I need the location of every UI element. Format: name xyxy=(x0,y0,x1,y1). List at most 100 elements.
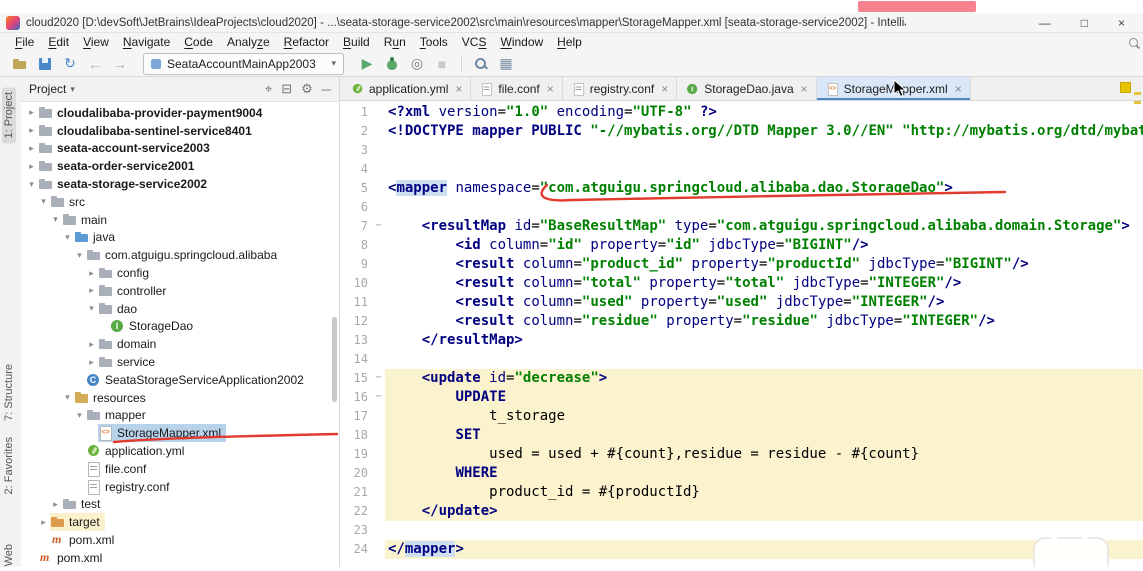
tree-row[interactable]: ▾ seata-storage-service2002 xyxy=(21,175,339,193)
tree-row[interactable]: ▾ resources xyxy=(21,389,339,407)
locate-file-icon[interactable]: ⌖ xyxy=(265,81,272,97)
fold-marker[interactable]: − xyxy=(372,217,385,236)
code-line-8[interactable]: 8 <id column="id" property="id" jdbcType… xyxy=(340,236,1143,255)
close-icon[interactable]: × xyxy=(801,82,808,96)
menu-analyze[interactable]: Analyze xyxy=(220,34,277,50)
chevron-down-icon[interactable]: ▾ xyxy=(73,410,86,421)
stripe-web[interactable]: Web xyxy=(2,539,16,571)
close-icon[interactable]: × xyxy=(455,82,462,96)
tree-row[interactable]: StorageMapper.xml xyxy=(21,424,339,443)
tree-row[interactable]: ▾ com.atguigu.springcloud.alibaba xyxy=(21,246,339,264)
chevron-down-icon[interactable]: ▾ xyxy=(70,84,75,95)
menu-build[interactable]: Build xyxy=(336,34,377,50)
code-line-4[interactable]: 4 xyxy=(340,160,1143,179)
code-line-2[interactable]: 2 <!DOCTYPE mapper PUBLIC "-//mybatis.org… xyxy=(340,122,1143,141)
hide-panel-icon[interactable]: ─ xyxy=(322,82,331,97)
stripe-structure[interactable]: 7: Structure xyxy=(2,359,16,426)
tree-row[interactable]: ▸ test xyxy=(21,496,339,514)
run-configuration-combo[interactable]: SeataAccountMainApp2003 ▾ xyxy=(143,52,344,75)
chevron-right-icon[interactable]: ▸ xyxy=(85,339,98,350)
grid-icon[interactable]: ▦ xyxy=(496,54,516,74)
tree-row[interactable]: registry.conf xyxy=(21,478,339,496)
code-line-14[interactable]: 14 xyxy=(340,350,1143,369)
warning-stripe-mark[interactable] xyxy=(1134,92,1141,95)
menu-navigate[interactable]: Navigate xyxy=(116,34,177,50)
stripe-favorites[interactable]: 2: Favorites xyxy=(2,432,16,499)
menu-vcs[interactable]: VCS xyxy=(455,34,494,50)
code-line-20[interactable]: 20 WHERE xyxy=(340,464,1143,483)
tree-row[interactable]: ▸ config xyxy=(21,264,339,282)
tree-row[interactable]: ▸ target xyxy=(21,513,339,532)
menu-code[interactable]: Code xyxy=(177,34,220,50)
code-line-10[interactable]: 10 <result column="total" property="tota… xyxy=(340,274,1143,293)
stripe-project[interactable]: 1: Project xyxy=(2,87,16,144)
chevron-down-icon[interactable]: ▾ xyxy=(49,214,62,225)
chevron-right-icon[interactable]: ▸ xyxy=(25,107,38,118)
tree-row[interactable]: pom.xml xyxy=(21,549,339,567)
code-line-18[interactable]: 18 SET xyxy=(340,426,1143,445)
code-line-3[interactable]: 3 xyxy=(340,141,1143,160)
run-icon[interactable]: ▶ xyxy=(357,54,377,74)
tree-row[interactable]: ▸ controller xyxy=(21,282,339,300)
fold-marker[interactable]: − xyxy=(372,388,385,407)
chevron-down-icon[interactable]: ▾ xyxy=(61,392,74,403)
tree-scrollbar[interactable] xyxy=(332,317,337,402)
tree-row[interactable]: ▸ domain xyxy=(21,335,339,353)
chevron-right-icon[interactable]: ▸ xyxy=(85,357,98,368)
menu-view[interactable]: View xyxy=(76,34,116,50)
code-line-12[interactable]: 12 <result column="residue" property="re… xyxy=(340,312,1143,331)
close-icon[interactable]: × xyxy=(547,82,554,96)
tree-row[interactable]: ▾ src xyxy=(21,193,339,211)
coverage-icon[interactable]: ◎ xyxy=(407,54,427,74)
back-icon[interactable]: ← xyxy=(85,54,105,74)
tree-row[interactable]: StorageDao xyxy=(21,318,339,336)
menu-help[interactable]: Help xyxy=(550,34,589,50)
tree-row[interactable]: ▸ service xyxy=(21,353,339,371)
tab-file.conf[interactable]: file.conf × xyxy=(471,77,563,100)
tab-StorageDao.java[interactable]: StorageDao.java × xyxy=(677,77,817,100)
chevron-right-icon[interactable]: ▸ xyxy=(85,285,98,296)
tree-row[interactable]: ▾ mapper xyxy=(21,407,339,425)
code-line-23[interactable]: 23 xyxy=(340,521,1143,540)
code-line-7[interactable]: 7− <resultMap id="BaseResultMap" type="c… xyxy=(340,217,1143,236)
code-line-15[interactable]: 15− <update id="decrease"> xyxy=(340,369,1143,388)
save-all-icon[interactable] xyxy=(35,54,55,74)
tree-row[interactable]: application.yml xyxy=(21,442,339,460)
minimize-button[interactable]: — xyxy=(1039,16,1051,30)
stop-icon[interactable]: ■ xyxy=(432,54,452,74)
close-icon[interactable]: × xyxy=(955,82,962,96)
chevron-right-icon[interactable]: ▸ xyxy=(49,499,62,510)
inspection-indicator[interactable] xyxy=(1120,82,1131,93)
chevron-down-icon[interactable]: ▾ xyxy=(85,303,98,314)
close-button[interactable]: × xyxy=(1118,16,1125,30)
chevron-down-icon[interactable]: ▾ xyxy=(25,179,38,190)
tree-row[interactable]: ▸ seata-account-service2003 xyxy=(21,140,339,158)
menu-tools[interactable]: Tools xyxy=(413,34,455,50)
code-line-16[interactable]: 16− UPDATE xyxy=(340,388,1143,407)
menu-window[interactable]: Window xyxy=(493,34,550,50)
code-line-19[interactable]: 19 used = used + #{count},residue = resi… xyxy=(340,445,1143,464)
tree-row[interactable]: ▸ cloudalibaba-sentinel-service8401 xyxy=(21,122,339,140)
warning-stripe-mark[interactable] xyxy=(1134,101,1141,104)
code-line-24[interactable]: 24 </mapper> xyxy=(340,540,1143,559)
code-line-9[interactable]: 9 <result column="product_id" property="… xyxy=(340,255,1143,274)
tree-row[interactable]: pom.xml xyxy=(21,531,339,549)
menu-refactor[interactable]: Refactor xyxy=(277,34,336,50)
code-line-1[interactable]: 1 <?xml version="1.0" encoding="UTF-8" ?> xyxy=(340,103,1143,122)
tree-row[interactable]: ▾ main xyxy=(21,211,339,229)
tree-row[interactable]: ▾ java xyxy=(21,229,339,247)
chevron-down-icon[interactable]: ▾ xyxy=(73,250,86,261)
fold-marker[interactable]: − xyxy=(372,369,385,388)
maximize-button[interactable]: □ xyxy=(1081,16,1088,30)
open-project-icon[interactable] xyxy=(10,54,30,74)
tree-row[interactable]: SeataStorageServiceApplication2002 xyxy=(21,371,339,389)
tab-application.yml[interactable]: application.yml × xyxy=(342,77,472,100)
chevron-down-icon[interactable]: ▾ xyxy=(37,196,50,207)
tree-row[interactable]: ▾ dao xyxy=(21,300,339,318)
chevron-right-icon[interactable]: ▸ xyxy=(25,125,38,136)
editor-code[interactable]: 1 <?xml version="1.0" encoding="UTF-8" ?>… xyxy=(340,101,1143,567)
code-line-17[interactable]: 17 t_storage xyxy=(340,407,1143,426)
chevron-right-icon[interactable]: ▸ xyxy=(85,268,98,279)
chevron-right-icon[interactable]: ▸ xyxy=(37,517,50,528)
menu-file[interactable]: File xyxy=(8,34,41,50)
